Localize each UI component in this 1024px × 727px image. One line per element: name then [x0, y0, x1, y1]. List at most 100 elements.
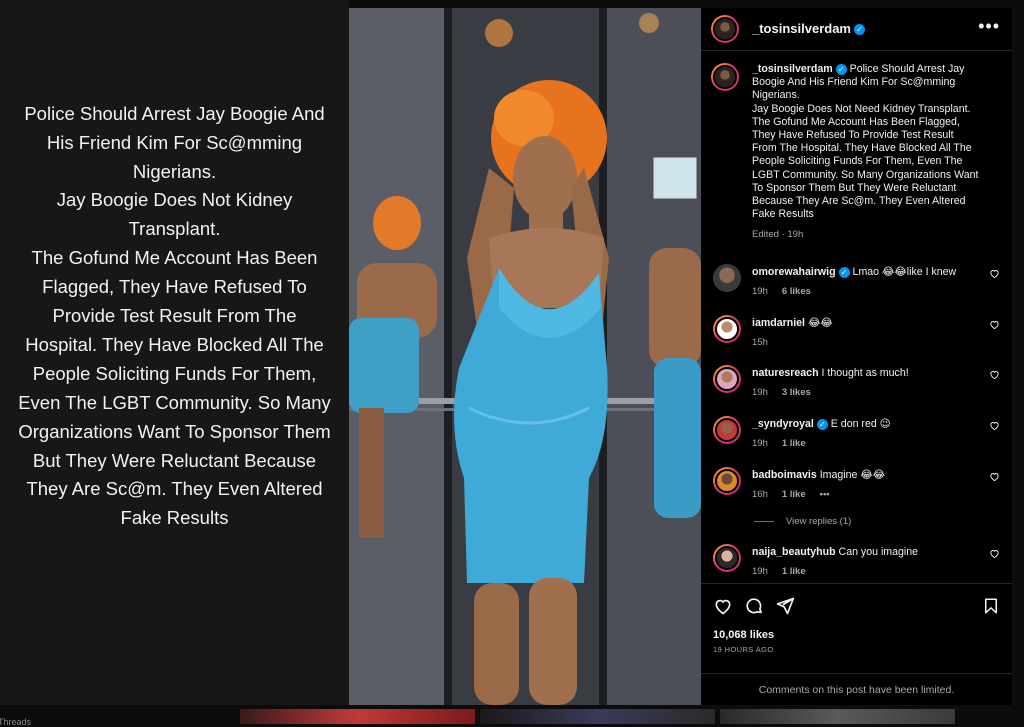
post-panel: _tosinsilverdam ✓ ••• _tosinsilverdam ✓ Po… — [701, 8, 1012, 705]
slide-line: Organizations Want To Sponsor Them — [18, 420, 331, 442]
slide-line: Even The LGBT Community. So Many — [18, 391, 331, 413]
author-username[interactable]: _tosinsilverdam ✓ — [752, 21, 865, 36]
commenter-avatar[interactable] — [713, 416, 741, 444]
commenter-username[interactable]: naija_beautyhub — [752, 546, 836, 558]
author-avatar[interactable] — [711, 15, 739, 43]
comment-meta: 19h 3 likes — [752, 387, 811, 398]
caption-line: To Sponsor Them But They Were Reluctant — [752, 181, 957, 194]
comment-item: _syndyroyal ✓ E don red 😉 19h 1 like — [701, 416, 1012, 460]
comment-meta: 16h 1 like ••• — [752, 489, 830, 500]
comment-likes[interactable]: 6 likes — [782, 286, 811, 297]
text-slide: Police Should Arrest Jay Boogie And His … — [0, 0, 349, 705]
commenter-avatar[interactable] — [713, 467, 741, 495]
commenter-avatar[interactable] — [713, 315, 741, 343]
post-header: _tosinsilverdam ✓ ••• — [701, 8, 1012, 51]
slide-line: Transplant. — [128, 218, 221, 240]
related-thumbnail[interactable] — [720, 709, 955, 724]
commenter-avatar[interactable] — [713, 264, 741, 292]
heart-icon[interactable] — [713, 596, 733, 616]
caption-line: Because They Are Sc@m. They Even Altered — [752, 195, 966, 208]
comment-heart-icon[interactable] — [989, 420, 1000, 431]
slide-line: Hospital. They Have Blocked All The — [25, 333, 324, 355]
edited-timestamp: Edited · 19h — [752, 229, 804, 241]
caption-first-line: _tosinsilverdam ✓ Police Should Arrest Ja… — [752, 63, 990, 76]
commenter-avatar[interactable] — [713, 544, 741, 572]
commenter-username[interactable]: badboimavis — [752, 469, 817, 481]
commenter-username[interactable]: omorewahairwig — [752, 266, 836, 278]
likes-count[interactable]: 10,068 likes — [713, 629, 774, 641]
comment-body: iamdarniel 😂😂 — [752, 317, 982, 329]
view-replies-button[interactable]: View replies (1) — [754, 516, 851, 527]
comment-text: Can you imagine — [838, 546, 919, 558]
caption-avatar[interactable] — [711, 63, 739, 91]
comment-text: E don red 😉 — [830, 418, 891, 430]
comment-more-icon[interactable]: ••• — [820, 489, 830, 500]
author-username-text[interactable]: _tosinsilverdam — [752, 21, 851, 36]
slide-line: But They Were Reluctant Because — [32, 449, 317, 471]
comment-likes[interactable]: 1 like — [782, 438, 806, 449]
caption-username[interactable]: _tosinsilverdam — [752, 63, 833, 75]
bookmark-icon[interactable] — [982, 596, 1000, 616]
comment-heart-icon[interactable] — [989, 268, 1000, 279]
comment-heart-icon[interactable] — [989, 319, 1000, 330]
caption-line: LGBT Community. So Many Organizations Wa… — [752, 168, 979, 181]
verified-badge-icon: ✓ — [854, 24, 865, 36]
comment-body: omorewahairwig ✓ Lmao 😂😂like I knew — [752, 266, 982, 278]
related-thumbnail[interactable] — [240, 709, 475, 724]
post-photo[interactable] — [349, 8, 701, 705]
caption-line: People Soliciting Funds For Them, Even T… — [752, 155, 963, 168]
post-caption: _tosinsilverdam ✓ Police Should Arrest Ja… — [752, 63, 990, 242]
caption-line: The Gofund Me Account Has Been Flagged, — [752, 115, 960, 128]
caption-line: Boogie And His Friend Kim For Sc@mming — [752, 76, 956, 89]
replies-divider — [754, 520, 774, 522]
comment-icon[interactable] — [744, 596, 764, 616]
verified-badge-icon: ✓ — [838, 266, 850, 278]
commenter-username[interactable]: iamdarniel — [752, 317, 805, 329]
comment-meta: 15h — [752, 337, 768, 348]
share-icon[interactable] — [775, 596, 795, 616]
comment-text: I thought as much! — [821, 367, 909, 379]
slide-line: People Soliciting Funds For Them, — [32, 362, 317, 384]
slide-text: Police Should Arrest Jay Boogie And His … — [10, 100, 340, 534]
bottom-strip: Threads — [0, 705, 1024, 727]
comment-body: badboimavis Imagine 😂😂 — [752, 469, 982, 481]
commenter-username[interactable]: naturesreach — [752, 367, 819, 379]
comment-time: 19h — [752, 387, 768, 398]
comment-likes[interactable]: 1 like — [782, 489, 806, 500]
comment-likes[interactable]: 3 likes — [782, 387, 811, 398]
comment-heart-icon[interactable] — [989, 548, 1000, 559]
comment-item: naturesreach I thought as much! 19h 3 lik… — [701, 365, 1012, 409]
post-date: 19 HOURS AGO — [713, 645, 774, 654]
comment-heart-icon[interactable] — [989, 369, 1000, 380]
comment-item: omorewahairwig ✓ Lmao 😂😂like I knew 19h 6 … — [701, 264, 1012, 308]
threads-label[interactable]: Threads — [0, 717, 31, 727]
caption-line: They Have Refused To Provide Test Result — [752, 129, 954, 142]
comment-time: 15h — [752, 337, 768, 348]
photo-illustration — [349, 8, 701, 705]
verified-badge-icon: ✓ — [816, 418, 828, 430]
slide-line: Flagged, They Have Refused To — [42, 276, 307, 298]
comment-item: badboimavis Imagine 😂😂 16h 1 like ••• — [701, 467, 1012, 511]
comment-time: 19h — [752, 286, 768, 297]
slide-line: Nigerians. — [132, 160, 217, 182]
caption-line: Fake Results — [752, 208, 814, 221]
caption-line: Jay Boogie Does Not Need Kidney Transpla… — [752, 102, 971, 115]
comment-text: Imagine 😂😂 — [819, 469, 886, 481]
comment-time: 16h — [752, 489, 768, 500]
comment-meta: 19h 1 like — [752, 566, 806, 577]
caption-line: Police Should Arrest Jay — [849, 63, 965, 75]
commenter-username[interactable]: _syndyroyal — [752, 418, 814, 430]
comment-likes[interactable]: 1 like — [782, 566, 806, 577]
slide-line: Jay Boogie Does Not Kidney — [56, 189, 293, 211]
slide-line: The Gofund Me Account Has Been — [31, 247, 318, 269]
comment-time: 19h — [752, 566, 768, 577]
related-thumbnail[interactable] — [480, 709, 715, 724]
comments-limited-notice: Comments on this post have been limited. — [701, 673, 1012, 706]
comment-time: 19h — [752, 438, 768, 449]
comment-heart-icon[interactable] — [989, 471, 1000, 482]
more-options-icon[interactable]: ••• — [978, 16, 1000, 37]
slide-line: They Are Sc@m. They Even Altered — [26, 478, 323, 500]
view-replies-label[interactable]: View replies (1) — [786, 516, 851, 527]
commenter-avatar[interactable] — [713, 365, 741, 393]
comment-text: Lmao 😂😂like I knew — [852, 266, 957, 278]
